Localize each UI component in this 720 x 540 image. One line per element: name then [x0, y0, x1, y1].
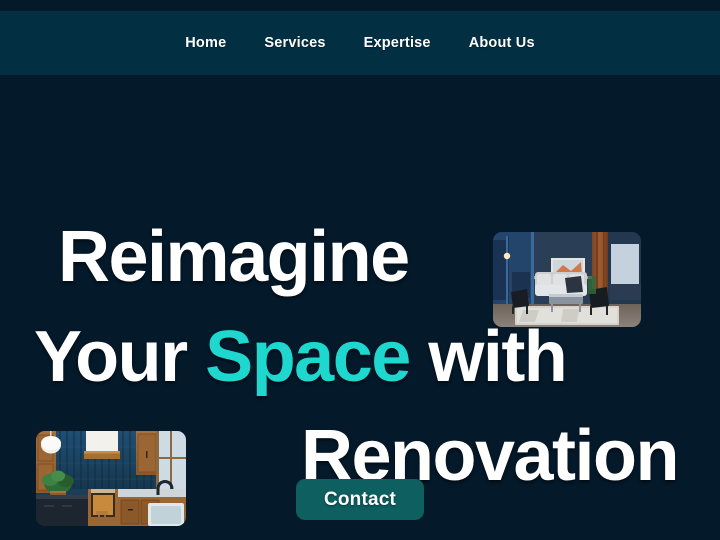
living-room-illustration: [493, 232, 641, 327]
nav-item-home[interactable]: Home: [185, 36, 226, 51]
cta-container: Contact: [0, 479, 720, 520]
contact-button[interactable]: Contact: [295, 479, 425, 520]
headline-line-2-prefix: Your: [34, 316, 206, 397]
top-strip: [0, 0, 720, 11]
nav-item-expertise[interactable]: Expertise: [364, 36, 431, 51]
nav-list: Home Services Expertise About Us: [185, 36, 535, 51]
headline-line-2-suffix: with: [409, 316, 567, 397]
living-room-photo: [493, 232, 641, 327]
hero-section: Reimagine Your Space with Renovation Con…: [0, 75, 720, 540]
nav-item-services[interactable]: Services: [264, 36, 325, 51]
main-navigation: Home Services Expertise About Us: [0, 11, 720, 75]
nav-item-about-us[interactable]: About Us: [469, 36, 535, 51]
landing-page: Home Services Expertise About Us Reimagi…: [0, 0, 720, 540]
headline-accent-word: Space: [205, 316, 411, 397]
